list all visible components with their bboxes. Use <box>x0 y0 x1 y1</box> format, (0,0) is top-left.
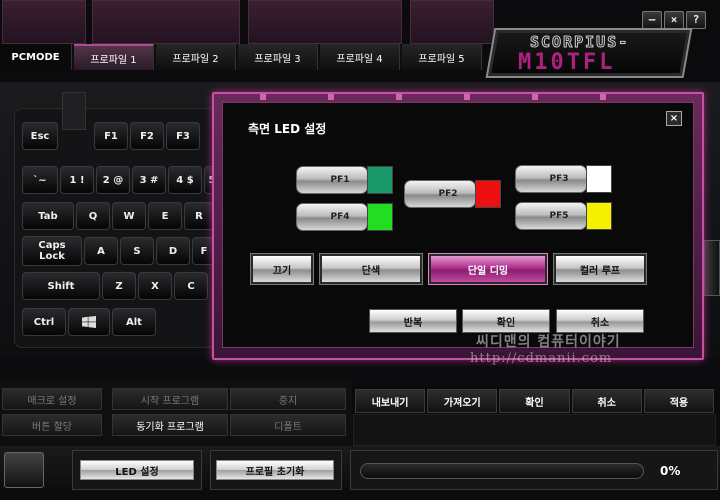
watermark-title: 씨디맨의 컴퓨터이야기 <box>476 334 621 350</box>
progress-bar <box>360 463 644 479</box>
pf5-color-swatch[interactable] <box>586 202 612 230</box>
pf5-label: PF5 <box>549 211 569 221</box>
dialog-ok-button[interactable]: 확인 <box>462 309 550 333</box>
key-c[interactable]: C <box>174 272 208 300</box>
key-alt[interactable]: Alt <box>112 308 156 336</box>
mode-color-loop-button[interactable]: 컬러 루프 <box>553 253 647 285</box>
tab-profile-5[interactable]: 프로파일 5 <box>402 44 482 70</box>
pf1-color-swatch[interactable] <box>367 166 393 194</box>
import-button[interactable]: 가져오기 <box>427 389 498 413</box>
pf3-label: PF3 <box>549 174 569 184</box>
pf4-button[interactable]: PF4 <box>296 203 368 231</box>
pf4-color-swatch[interactable] <box>367 203 393 231</box>
key-r[interactable]: R <box>184 202 214 230</box>
key-tilde[interactable]: `~ <box>22 166 58 194</box>
confirm-button[interactable]: 확인 <box>499 389 570 413</box>
tab-pcmode[interactable]: PCMODE <box>0 44 72 70</box>
key-windows[interactable] <box>68 308 110 336</box>
help-button[interactable]: ? <box>686 11 706 29</box>
right-info-area <box>353 414 716 446</box>
button-assign-button[interactable]: 버튼 할당 <box>2 414 102 436</box>
key-esc[interactable]: Esc <box>22 122 58 150</box>
key-d[interactable]: D <box>156 237 190 265</box>
pf2-label: PF2 <box>438 189 458 199</box>
mode-off-button[interactable]: 끄기 <box>250 253 314 285</box>
pf2-color-swatch[interactable] <box>475 180 501 208</box>
key-f2[interactable]: F2 <box>130 122 164 150</box>
tab-profile-3[interactable]: 프로파일 3 <box>238 44 318 70</box>
key-e[interactable]: E <box>148 202 182 230</box>
cancel-button[interactable]: 취소 <box>571 389 642 413</box>
key-ctrl[interactable]: Ctrl <box>22 308 66 336</box>
watermark-url: http://cdmanii.com <box>470 351 613 366</box>
dialog-top-notches <box>260 94 660 100</box>
key-1[interactable]: 1 ! <box>60 166 94 194</box>
pf2-button[interactable]: PF2 <box>404 180 476 208</box>
tab-profile-4[interactable]: 프로파일 4 <box>320 44 400 70</box>
mode-single-dimming-button[interactable]: 단일 디밍 <box>428 253 548 285</box>
apply-button[interactable]: 적용 <box>643 389 715 413</box>
key-caps-lock[interactable]: Caps Lock <box>22 236 82 266</box>
top-panel-3 <box>248 0 402 44</box>
tab-profile-1[interactable]: 프로파일 1 <box>74 44 154 70</box>
key-q[interactable]: Q <box>76 202 110 230</box>
profile-tab-bar: PCMODE 프로파일 1 프로파일 2 프로파일 3 프로파일 4 프로파일 … <box>0 44 484 70</box>
key-f3[interactable]: F3 <box>166 122 200 150</box>
pf4-label: PF4 <box>330 212 350 222</box>
sync-program-button[interactable]: 동기화 프로그램 <box>112 414 228 436</box>
logo-text-bottom: M10TFL <box>518 50 616 75</box>
side-scroll-strip <box>704 240 720 296</box>
pf1-button[interactable]: PF1 <box>296 166 368 194</box>
key-z[interactable]: Z <box>102 272 136 300</box>
key-shift[interactable]: Shift <box>22 272 100 300</box>
key-4[interactable]: 4 $ <box>168 166 202 194</box>
progress-percent: 0% <box>660 464 681 478</box>
windows-icon <box>82 316 96 328</box>
close-button[interactable]: × <box>664 11 684 29</box>
key-x[interactable]: X <box>138 272 172 300</box>
pf3-button[interactable]: PF3 <box>515 165 587 193</box>
pf1-label: PF1 <box>330 175 350 185</box>
top-panel-1 <box>2 0 86 44</box>
mode-solid-button[interactable]: 단색 <box>319 253 423 285</box>
dialog-title: 측면 LED 설정 <box>248 122 327 136</box>
minimize-button[interactable]: – <box>642 11 662 29</box>
logo-text-top: SCORPIUS- <box>529 33 630 52</box>
key-3[interactable]: 3 # <box>132 166 166 194</box>
repeat-button[interactable]: 반복 <box>369 309 457 333</box>
keyboard-top-bracket <box>62 92 86 130</box>
key-a[interactable]: A <box>84 237 118 265</box>
top-panel-2 <box>92 0 240 44</box>
key-f1[interactable]: F1 <box>94 122 128 150</box>
dialog-cancel-button[interactable]: 취소 <box>556 309 644 333</box>
stop-button[interactable]: 중지 <box>230 388 346 410</box>
pf3-color-swatch[interactable] <box>586 165 612 193</box>
dialog-close-button[interactable]: × <box>666 111 682 126</box>
key-s[interactable]: S <box>120 237 154 265</box>
led-settings-button[interactable]: LED 설정 <box>80 460 194 480</box>
pf5-button[interactable]: PF5 <box>515 202 587 230</box>
right-toolbar: 내보내기 가져오기 확인 취소 적용 <box>353 388 716 414</box>
macro-settings-button[interactable]: 매크로 설정 <box>2 388 102 410</box>
default-button[interactable]: 디폴트 <box>230 414 346 436</box>
tab-profile-2[interactable]: 프로파일 2 <box>156 44 236 70</box>
key-2[interactable]: 2 @ <box>96 166 130 194</box>
key-tab[interactable]: Tab <box>22 202 74 230</box>
start-program-button[interactable]: 시작 프로그램 <box>112 388 228 410</box>
square-toggle-button[interactable] <box>4 452 44 488</box>
key-w[interactable]: W <box>112 202 146 230</box>
top-panel-4 <box>410 0 494 44</box>
profile-reset-button[interactable]: 프로필 초기화 <box>216 460 334 480</box>
export-button[interactable]: 내보내기 <box>355 389 426 413</box>
